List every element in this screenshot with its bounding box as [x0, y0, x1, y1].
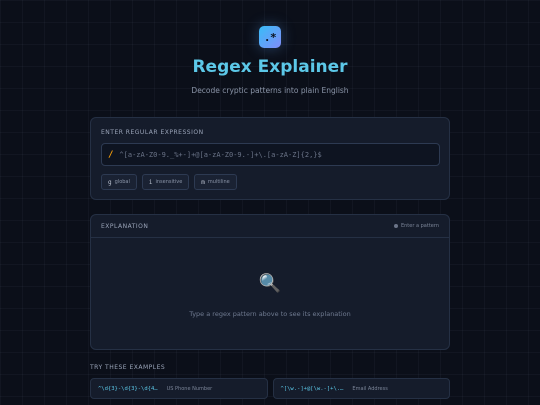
examples-label: TRY THESE EXAMPLES	[90, 364, 166, 371]
status-dot-icon	[393, 224, 398, 228]
regex-input[interactable]	[119, 150, 430, 159]
flag-global-label: global	[114, 179, 130, 185]
example-pattern: ^[\w.-]+@[\w.-]+\.…	[280, 385, 344, 392]
flag-global-glyph: g	[108, 178, 112, 186]
flag-multiline-toggle[interactable]: m multiline	[194, 174, 237, 190]
regex-input-box[interactable]: /	[101, 143, 440, 166]
slash-delimiter: /	[108, 149, 114, 160]
flag-multiline-glyph: m	[201, 178, 205, 186]
example-email[interactable]: ^[\w.-]+@[\w.-]+\.… Email Address	[272, 378, 450, 399]
examples-list: ^\d{3}-\d{3}-\d{4… US Phone Number ^[\w.…	[90, 378, 450, 399]
example-name: Email Address	[352, 385, 388, 392]
flag-global-toggle[interactable]: g global	[101, 174, 137, 190]
example-us-phone[interactable]: ^\d{3}-\d{3}-\d{4… US Phone Number	[90, 378, 268, 399]
magnifier-icon: 🔍	[258, 273, 282, 294]
status-indicator: Enter a pattern	[393, 223, 439, 229]
flag-multiline-label: multiline	[207, 179, 230, 185]
example-pattern: ^\d{3}-\d{3}-\d{4…	[98, 385, 158, 392]
regex-input-card: ENTER REGULAR EXPRESSION / g global i in…	[90, 117, 450, 200]
logo-icon: .*	[259, 26, 281, 48]
explanation-card: EXPLANATION Enter a pattern 🔍 Type a reg…	[90, 214, 450, 350]
empty-state-text: Type a regex pattern above to see its ex…	[189, 310, 351, 318]
status-text: Enter a pattern	[400, 223, 439, 229]
flag-insensitive-toggle[interactable]: i insensitive	[141, 174, 190, 190]
regex-input-label: ENTER REGULAR EXPRESSION	[101, 129, 204, 136]
flag-insensitive-glyph: i	[148, 178, 153, 186]
explanation-label: EXPLANATION	[101, 223, 149, 230]
page-title: Regex Explainer	[192, 57, 348, 77]
flag-insensitive-label: insensitive	[155, 179, 183, 185]
example-name: US Phone Number	[166, 385, 213, 392]
explanation-header: EXPLANATION Enter a pattern	[91, 215, 449, 238]
page-subtitle: Decode cryptic patterns into plain Engli…	[191, 86, 349, 95]
flag-toggles: g global i insensitive m multiline	[101, 174, 237, 190]
